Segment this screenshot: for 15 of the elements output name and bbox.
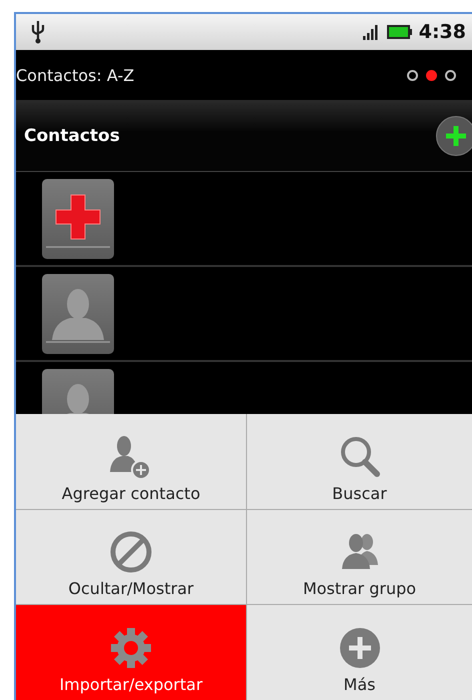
screen-title: Contactos: A-Z [16,66,136,84]
clock-time: 4:38 [418,21,466,43]
contact-avatar[interactable] [42,274,114,354]
add-button[interactable] [436,116,472,156]
prohibited-icon [108,529,154,576]
battery-icon [386,25,413,39]
usb-icon [30,20,46,44]
menu-item[interactable]: Importar/exportar [16,605,246,700]
menu-item[interactable]: Buscar [247,414,472,509]
menu-item[interactable]: Agregar contacto [16,414,246,509]
section-title: Contactos [24,126,121,146]
menu-item[interactable]: Ocultar/Mostrar [16,510,246,604]
menu-item[interactable]: Más [247,605,472,700]
contact-avatar[interactable] [42,178,114,258]
menu-item[interactable]: Mostrar grupo [247,510,472,604]
